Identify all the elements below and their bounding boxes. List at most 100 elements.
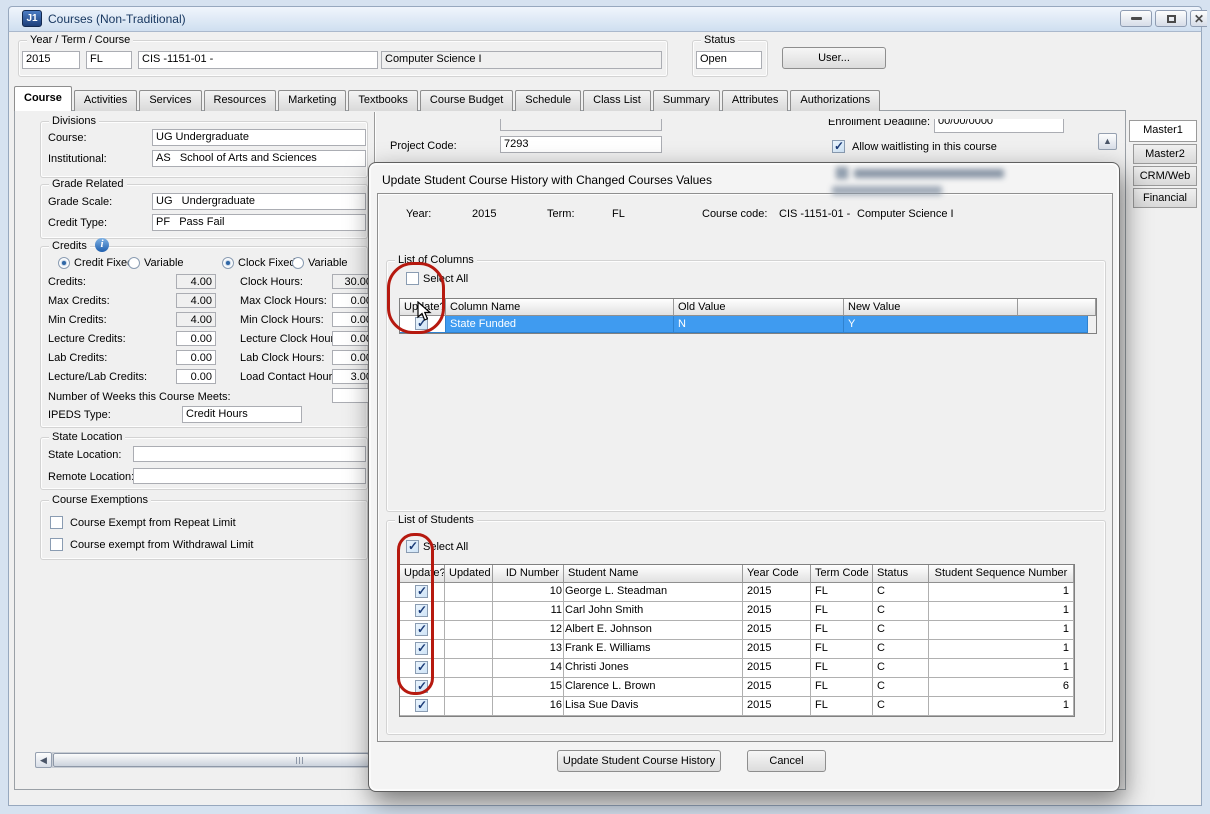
student-update-checkbox[interactable]	[415, 699, 428, 712]
students-table-row[interactable]: 16Lisa Sue Davis2015FLC1	[400, 697, 1074, 716]
tab-attributes[interactable]: Attributes	[722, 90, 788, 111]
student-cell[interactable]: C	[873, 621, 929, 640]
student-cell[interactable]: 2015	[743, 602, 811, 621]
restore-icon[interactable]	[1155, 10, 1187, 27]
credits-row-left-field[interactable]: 4.00	[176, 274, 216, 289]
scroll-left-icon[interactable]: ◀	[35, 752, 52, 768]
student-cell[interactable]: FL	[811, 678, 873, 697]
grade-scale-field[interactable]: UG Undergraduate	[152, 193, 366, 210]
waitlist-checkbox[interactable]	[832, 140, 845, 153]
student-cell[interactable]	[445, 640, 493, 659]
student-cell[interactable]: 1	[929, 621, 1074, 640]
student-cell[interactable]: C	[873, 640, 929, 659]
student-cell[interactable]: Frank E. Williams	[564, 640, 743, 659]
student-cell[interactable]: 1	[929, 583, 1074, 602]
columns-header-column-name[interactable]: Column Name	[446, 299, 674, 316]
tab-textbooks[interactable]: Textbooks	[348, 90, 418, 111]
exemption-checkbox-0[interactable]	[50, 516, 63, 529]
update-student-course-history-button[interactable]: Update Student Course History	[557, 750, 721, 772]
right-tab-master2[interactable]: Master2	[1133, 144, 1197, 164]
student-cell[interactable]: 12	[493, 621, 564, 640]
status-field[interactable]: Open	[696, 51, 762, 69]
tab-summary[interactable]: Summary	[653, 90, 720, 111]
remote-location-field[interactable]	[133, 468, 366, 484]
state-location-field[interactable]	[133, 446, 366, 462]
student-cell[interactable]: FL	[811, 640, 873, 659]
student-cell[interactable]: C	[873, 678, 929, 697]
student-cell[interactable]: 2015	[743, 583, 811, 602]
radio-credit-fixed-0[interactable]	[58, 257, 70, 269]
h-scrollbar-thumb[interactable]	[53, 753, 369, 767]
student-cell[interactable]: 15	[493, 678, 564, 697]
student-cell[interactable]: FL	[811, 583, 873, 602]
tab-course-budget[interactable]: Course Budget	[420, 90, 513, 111]
student-cell[interactable]: 6	[929, 678, 1074, 697]
minimize-icon[interactable]	[1120, 10, 1152, 27]
year-input[interactable]: 2015	[22, 51, 80, 69]
credits-row-left-field[interactable]: 0.00	[176, 369, 216, 384]
term-input[interactable]: FL	[86, 51, 132, 69]
right-tab-crm-web[interactable]: CRM/Web	[1133, 166, 1197, 186]
enrollment-deadline-field[interactable]: 00/00/0000	[934, 119, 1064, 133]
radio-clock-fixed-2[interactable]	[222, 257, 234, 269]
columns-header-spacer[interactable]	[1018, 299, 1096, 316]
student-cell[interactable]: C	[873, 659, 929, 678]
student-cell[interactable]: 2015	[743, 697, 811, 716]
student-update-checkbox-cell[interactable]	[400, 697, 445, 716]
student-cell[interactable]	[445, 621, 493, 640]
student-cell[interactable]: 2015	[743, 640, 811, 659]
division-course-field[interactable]: UG Undergraduate	[152, 129, 366, 146]
radio-variable-3[interactable]	[292, 257, 304, 269]
columns-header-old-value[interactable]: Old Value	[674, 299, 844, 316]
columns-header-new-value[interactable]: New Value	[844, 299, 1018, 316]
row-cell[interactable]: Y	[844, 316, 1088, 333]
student-cell[interactable]	[445, 583, 493, 602]
user-button[interactable]: User...	[782, 47, 886, 69]
project-code-field[interactable]: 7293	[500, 136, 662, 153]
students-table-row[interactable]: 12Albert E. Johnson2015FLC1	[400, 621, 1074, 640]
student-cell[interactable]: 2015	[743, 621, 811, 640]
student-cell[interactable]: FL	[811, 621, 873, 640]
tab-class-list[interactable]: Class List	[583, 90, 651, 111]
student-cell[interactable]: 2015	[743, 659, 811, 678]
right-tab-financial[interactable]: Financial	[1133, 188, 1197, 208]
student-cell[interactable]: Clarence L. Brown	[564, 678, 743, 697]
student-cell[interactable]: 1	[929, 602, 1074, 621]
student-cell[interactable]	[445, 697, 493, 716]
students-header-status[interactable]: Status	[873, 565, 929, 583]
student-cell[interactable]: 2015	[743, 678, 811, 697]
tab-schedule[interactable]: Schedule	[515, 90, 581, 111]
tab-marketing[interactable]: Marketing	[278, 90, 346, 111]
student-cell[interactable]: 1	[929, 640, 1074, 659]
student-cell[interactable]: 11	[493, 602, 564, 621]
student-cell[interactable]: FL	[811, 602, 873, 621]
cancel-button[interactable]: Cancel	[747, 750, 826, 772]
students-header-year-code[interactable]: Year Code	[743, 565, 811, 583]
institutional-field[interactable]: AS School of Arts and Sciences	[152, 150, 366, 167]
student-cell[interactable]: 16	[493, 697, 564, 716]
credits-row-left-field[interactable]: 4.00	[176, 293, 216, 308]
student-cell[interactable]: 1	[929, 659, 1074, 678]
course-code-input[interactable]: CIS -1151-01 -	[138, 51, 378, 69]
radio-variable-1[interactable]	[128, 257, 140, 269]
credits-row-left-field[interactable]: 0.00	[176, 331, 216, 346]
students-table-row[interactable]: 14Christi Jones2015FLC1	[400, 659, 1074, 678]
scroll-up-icon[interactable]: ▲	[1098, 133, 1117, 150]
columns-table-row[interactable]: State FundedNY	[400, 316, 1096, 333]
row-cell[interactable]: State Funded	[446, 316, 674, 333]
student-cell[interactable]: Lisa Sue Davis	[564, 697, 743, 716]
credit-type-field[interactable]: PF Pass Fail	[152, 214, 366, 231]
student-cell[interactable]	[445, 602, 493, 621]
student-cell[interactable]	[445, 678, 493, 697]
student-cell[interactable]: FL	[811, 697, 873, 716]
student-cell[interactable]: FL	[811, 659, 873, 678]
student-cell[interactable]: 14	[493, 659, 564, 678]
students-table-row[interactable]: 10George L. Steadman2015FLC1	[400, 583, 1074, 602]
students-header-student-sequence-number[interactable]: Student Sequence Number	[929, 565, 1074, 583]
student-cell[interactable]: Carl John Smith	[564, 602, 743, 621]
tab-services[interactable]: Services	[139, 90, 201, 111]
students-table-row[interactable]: 13Frank E. Williams2015FLC1	[400, 640, 1074, 659]
tab-activities[interactable]: Activities	[74, 90, 137, 111]
student-cell[interactable]: 13	[493, 640, 564, 659]
students-table-row[interactable]: 11Carl John Smith2015FLC1	[400, 602, 1074, 621]
